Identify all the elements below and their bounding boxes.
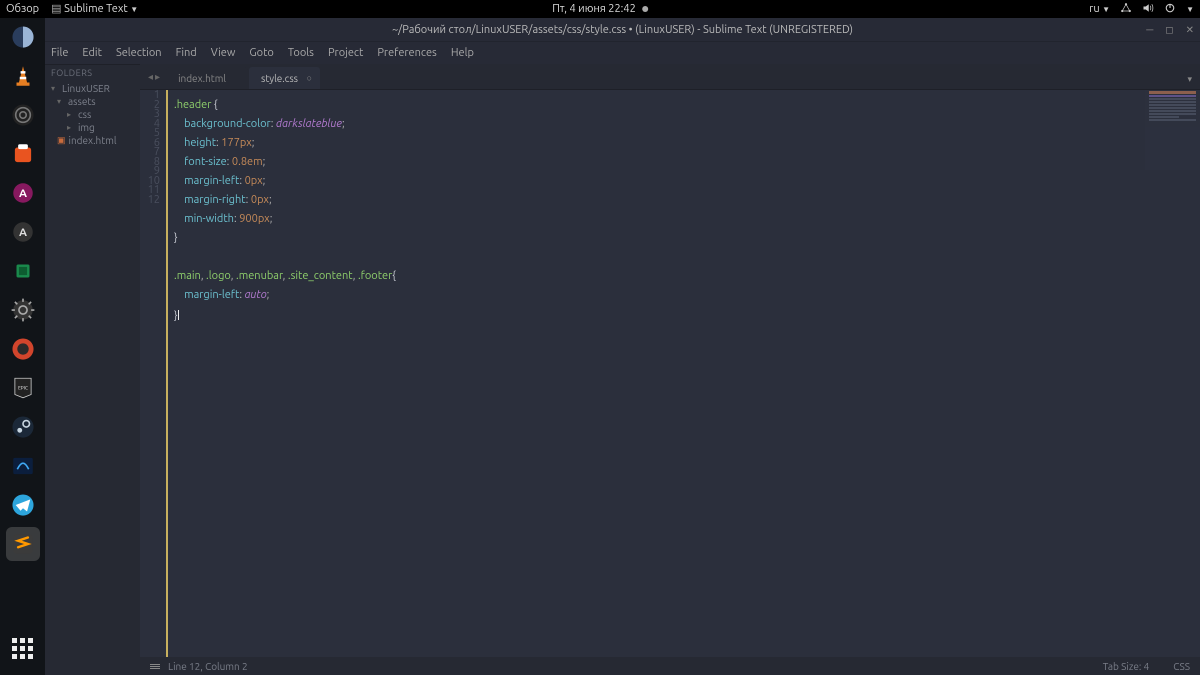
app-indicator[interactable]: ▤ Sublime Text ▼ xyxy=(51,3,138,15)
nav-back-icon[interactable]: ◂ xyxy=(148,71,153,83)
tree-css[interactable]: ▸css xyxy=(49,108,140,121)
dock-obs[interactable] xyxy=(6,98,40,132)
tree-img[interactable]: ▸img xyxy=(49,121,140,134)
folder-tree: ▾LinuxUSER ▾assets ▸css ▸img ▣index.html xyxy=(45,81,140,147)
menu-project[interactable]: Project xyxy=(328,47,363,59)
window-title: ~/Рабочий стол/LinuxUSER/assets/css/styl… xyxy=(392,24,853,36)
sidebar-heading: FOLDERS xyxy=(45,64,140,81)
nav-fwd-icon[interactable]: ▸ xyxy=(155,71,160,83)
dock-tf2[interactable] xyxy=(6,332,40,366)
dock-settings[interactable] xyxy=(6,293,40,327)
tree-index[interactable]: ▣index.html xyxy=(49,134,140,147)
html-file-icon: ▣ xyxy=(57,134,66,147)
dock-show-apps[interactable] xyxy=(6,631,40,665)
svg-text:A: A xyxy=(19,187,27,200)
system-menu-chevron-icon[interactable]: ▼ xyxy=(1186,5,1194,14)
line-gutter: 123456789101112 xyxy=(140,90,168,657)
tab-history-nav[interactable]: ◂▸ xyxy=(142,71,166,89)
dock-updater[interactable]: A xyxy=(6,215,40,249)
tree-assets[interactable]: ▾assets xyxy=(49,95,140,108)
dock-steam[interactable] xyxy=(6,410,40,444)
notification-dot-icon xyxy=(642,6,648,12)
keyboard-layout[interactable]: ru ▼ xyxy=(1089,3,1110,15)
dock-software[interactable] xyxy=(6,137,40,171)
menu-selection[interactable]: Selection xyxy=(116,47,162,59)
power-icon[interactable] xyxy=(1164,2,1176,17)
menu-file[interactable]: File xyxy=(51,47,68,59)
status-tabsize[interactable]: Tab Size: 4 xyxy=(1103,661,1150,672)
tabstrip: ◂▸ index.html style.css○ ▾ xyxy=(140,64,1200,90)
dock-battlenet[interactable] xyxy=(6,449,40,483)
activities-button[interactable]: Обзор xyxy=(6,3,39,15)
sidebar: FOLDERS ▾LinuxUSER ▾assets ▸css ▸img ▣in… xyxy=(45,64,140,675)
clock[interactable]: Пт, 4 июня 22:42 xyxy=(552,3,636,15)
network-icon[interactable] xyxy=(1120,2,1132,17)
dock-vlc[interactable] xyxy=(6,59,40,93)
sublime-window: ~/Рабочий стол/LinuxUSER/assets/css/styl… xyxy=(45,18,1200,675)
maximize-button[interactable]: ◻ xyxy=(1165,24,1173,36)
menu-view[interactable]: View xyxy=(211,47,236,59)
tab-overflow-chevron-icon[interactable]: ▾ xyxy=(1179,70,1200,89)
status-menu-icon[interactable] xyxy=(150,664,160,669)
status-position[interactable]: Line 12, Column 2 xyxy=(168,661,248,672)
dock-chip[interactable] xyxy=(6,254,40,288)
menu-goto[interactable]: Goto xyxy=(249,47,273,59)
volume-icon[interactable] xyxy=(1142,2,1154,17)
tab-index-html[interactable]: index.html xyxy=(166,67,248,89)
app-menubar: File Edit Selection Find View Goto Tools… xyxy=(45,42,1200,64)
dock-apps-store[interactable]: A xyxy=(6,176,40,210)
dock-telegram[interactable] xyxy=(6,488,40,522)
minimap[interactable] xyxy=(1145,90,1200,170)
minimize-button[interactable]: ─ xyxy=(1146,24,1153,36)
system-top-panel: Обзор ▤ Sublime Text ▼ Пт, 4 июня 22:42 … xyxy=(0,0,1200,18)
titlebar: ~/Рабочий стол/LinuxUSER/assets/css/styl… xyxy=(45,18,1200,42)
dirty-indicator-icon: ○ xyxy=(307,73,312,83)
menu-preferences[interactable]: Preferences xyxy=(377,47,437,59)
dock-sublime-active[interactable] xyxy=(6,527,40,561)
status-syntax[interactable]: CSS xyxy=(1173,661,1190,672)
code-editor[interactable]: 123456789101112 .header { background-col… xyxy=(140,90,1200,657)
menu-find[interactable]: Find xyxy=(176,47,197,59)
dock-browser[interactable] xyxy=(6,20,40,54)
chevron-down-icon: ▼ xyxy=(130,5,138,14)
tree-root[interactable]: ▾LinuxUSER xyxy=(49,82,140,95)
code-content[interactable]: .header { background-color: darkslateblu… xyxy=(168,90,396,657)
tab-style-css[interactable]: style.css○ xyxy=(249,67,320,89)
menu-tools[interactable]: Tools xyxy=(288,47,314,59)
close-button[interactable]: ✕ xyxy=(1186,24,1194,36)
text-caret xyxy=(178,310,179,320)
menu-edit[interactable]: Edit xyxy=(82,47,102,59)
sublime-small-icon: ▤ xyxy=(51,4,61,15)
svg-text:EPIC: EPIC xyxy=(18,385,28,391)
menu-help[interactable]: Help xyxy=(451,47,474,59)
launcher-dock: A A EPIC xyxy=(0,18,45,675)
dock-epic[interactable]: EPIC xyxy=(6,371,40,405)
statusbar: Line 12, Column 2 Tab Size: 4 CSS xyxy=(140,657,1200,675)
svg-text:A: A xyxy=(19,226,27,239)
